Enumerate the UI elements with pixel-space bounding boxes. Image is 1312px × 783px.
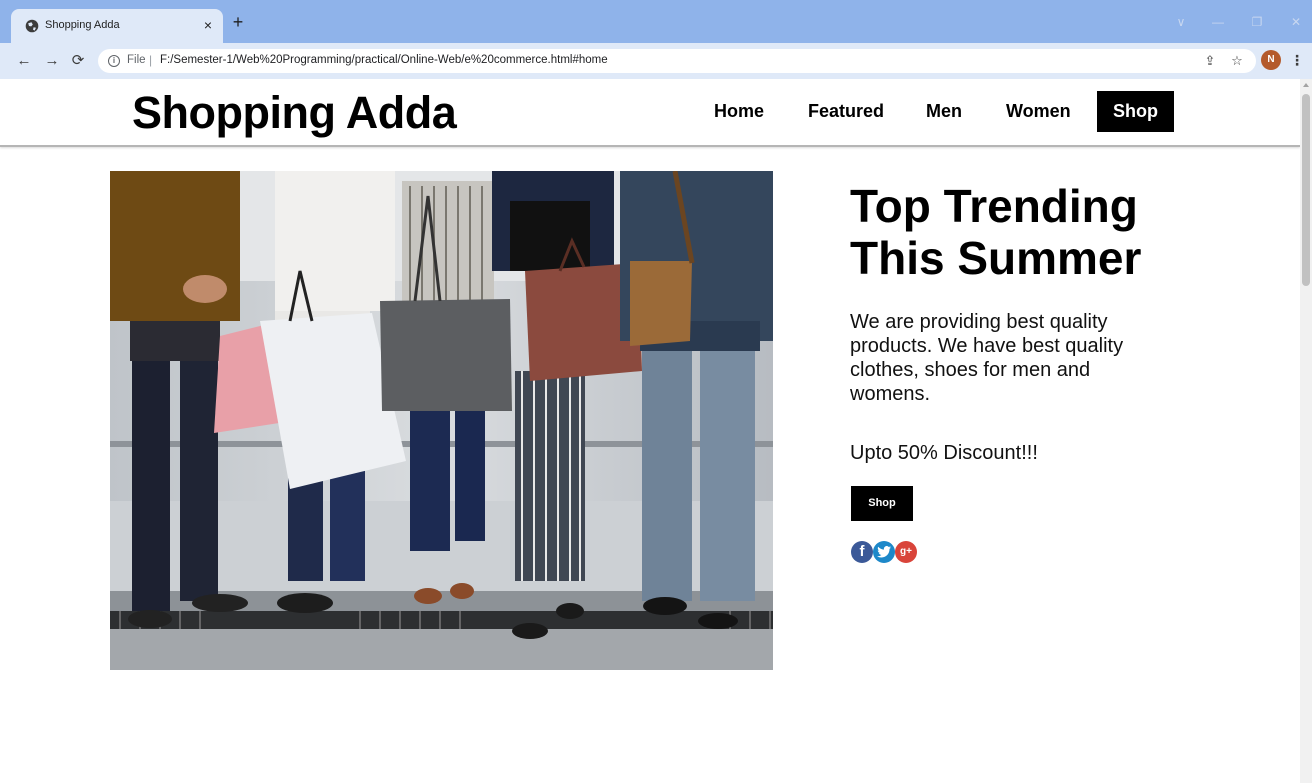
shop-button[interactable]: Shop [851, 486, 913, 521]
bookmark-star-icon[interactable]: ☆ [1228, 52, 1246, 70]
site-logo[interactable]: Shopping Adda [132, 87, 457, 139]
scrollbar-thumb[interactable] [1302, 94, 1310, 286]
hero-title: Top Trending This Summer [850, 180, 1142, 284]
browser-tab[interactable]: Shopping Adda × [11, 9, 223, 43]
back-arrow-icon[interactable]: ← [14, 51, 34, 71]
shoppers-illustration [110, 171, 773, 670]
nav-shop-label: Shop [1113, 101, 1158, 121]
close-tab-icon[interactable]: × [198, 15, 218, 35]
tab-title: Shopping Adda [45, 19, 120, 31]
nav-shop[interactable]: Shop [1097, 91, 1174, 132]
address-bar[interactable]: i File | F:/Semester-1/Web%20Programming… [98, 49, 1256, 73]
hero-description: We are providing best quality products. … [850, 311, 1124, 405]
url-text[interactable]: F:/Semester-1/Web%20Programming/practica… [160, 54, 608, 66]
reload-icon[interactable]: ⟳ [68, 51, 88, 71]
nav-men[interactable]: Men [926, 101, 962, 122]
site-header: Shopping Adda Home Featured Men Women Sh… [0, 79, 1300, 147]
nav-featured[interactable]: Featured [808, 101, 884, 122]
restore-icon[interactable]: ❐ [1249, 14, 1265, 30]
browser-toolbar: ← → ⟳ i File | F:/Semester-1/Web%20Progr… [0, 43, 1312, 79]
window-close-icon[interactable]: ✕ [1288, 14, 1304, 30]
scroll-up-arrow-icon[interactable] [1303, 83, 1309, 87]
browser-menu-icon[interactable]: ⋮ [1290, 52, 1304, 70]
nav-home[interactable]: Home [714, 101, 764, 122]
info-icon[interactable]: i [108, 55, 120, 67]
hero-discount: Upto 50% Discount!!! [850, 442, 1038, 464]
new-tab-button[interactable]: + [228, 12, 248, 32]
share-icon[interactable]: ⇪ [1201, 52, 1219, 70]
tab-strip: Shopping Adda × + ∨ — ❐ ✕ [0, 0, 1312, 43]
forward-arrow-icon[interactable]: → [42, 51, 62, 71]
google-plus-icon[interactable]: g+ [895, 541, 917, 563]
twitter-icon[interactable] [873, 541, 895, 563]
twitter-bird-shape [877, 546, 891, 558]
globe-icon [25, 19, 39, 33]
nav-women[interactable]: Women [1006, 101, 1071, 122]
url-separator: | [149, 53, 153, 67]
facebook-icon[interactable]: f [851, 541, 873, 563]
url-scheme: File [127, 54, 146, 66]
tab-search-icon[interactable]: ∨ [1173, 14, 1189, 30]
minimize-icon[interactable]: — [1210, 14, 1226, 30]
hero-image [110, 171, 773, 670]
page-viewport: Shopping Adda Home Featured Men Women Sh… [0, 79, 1312, 783]
profile-avatar[interactable]: N [1261, 50, 1281, 70]
